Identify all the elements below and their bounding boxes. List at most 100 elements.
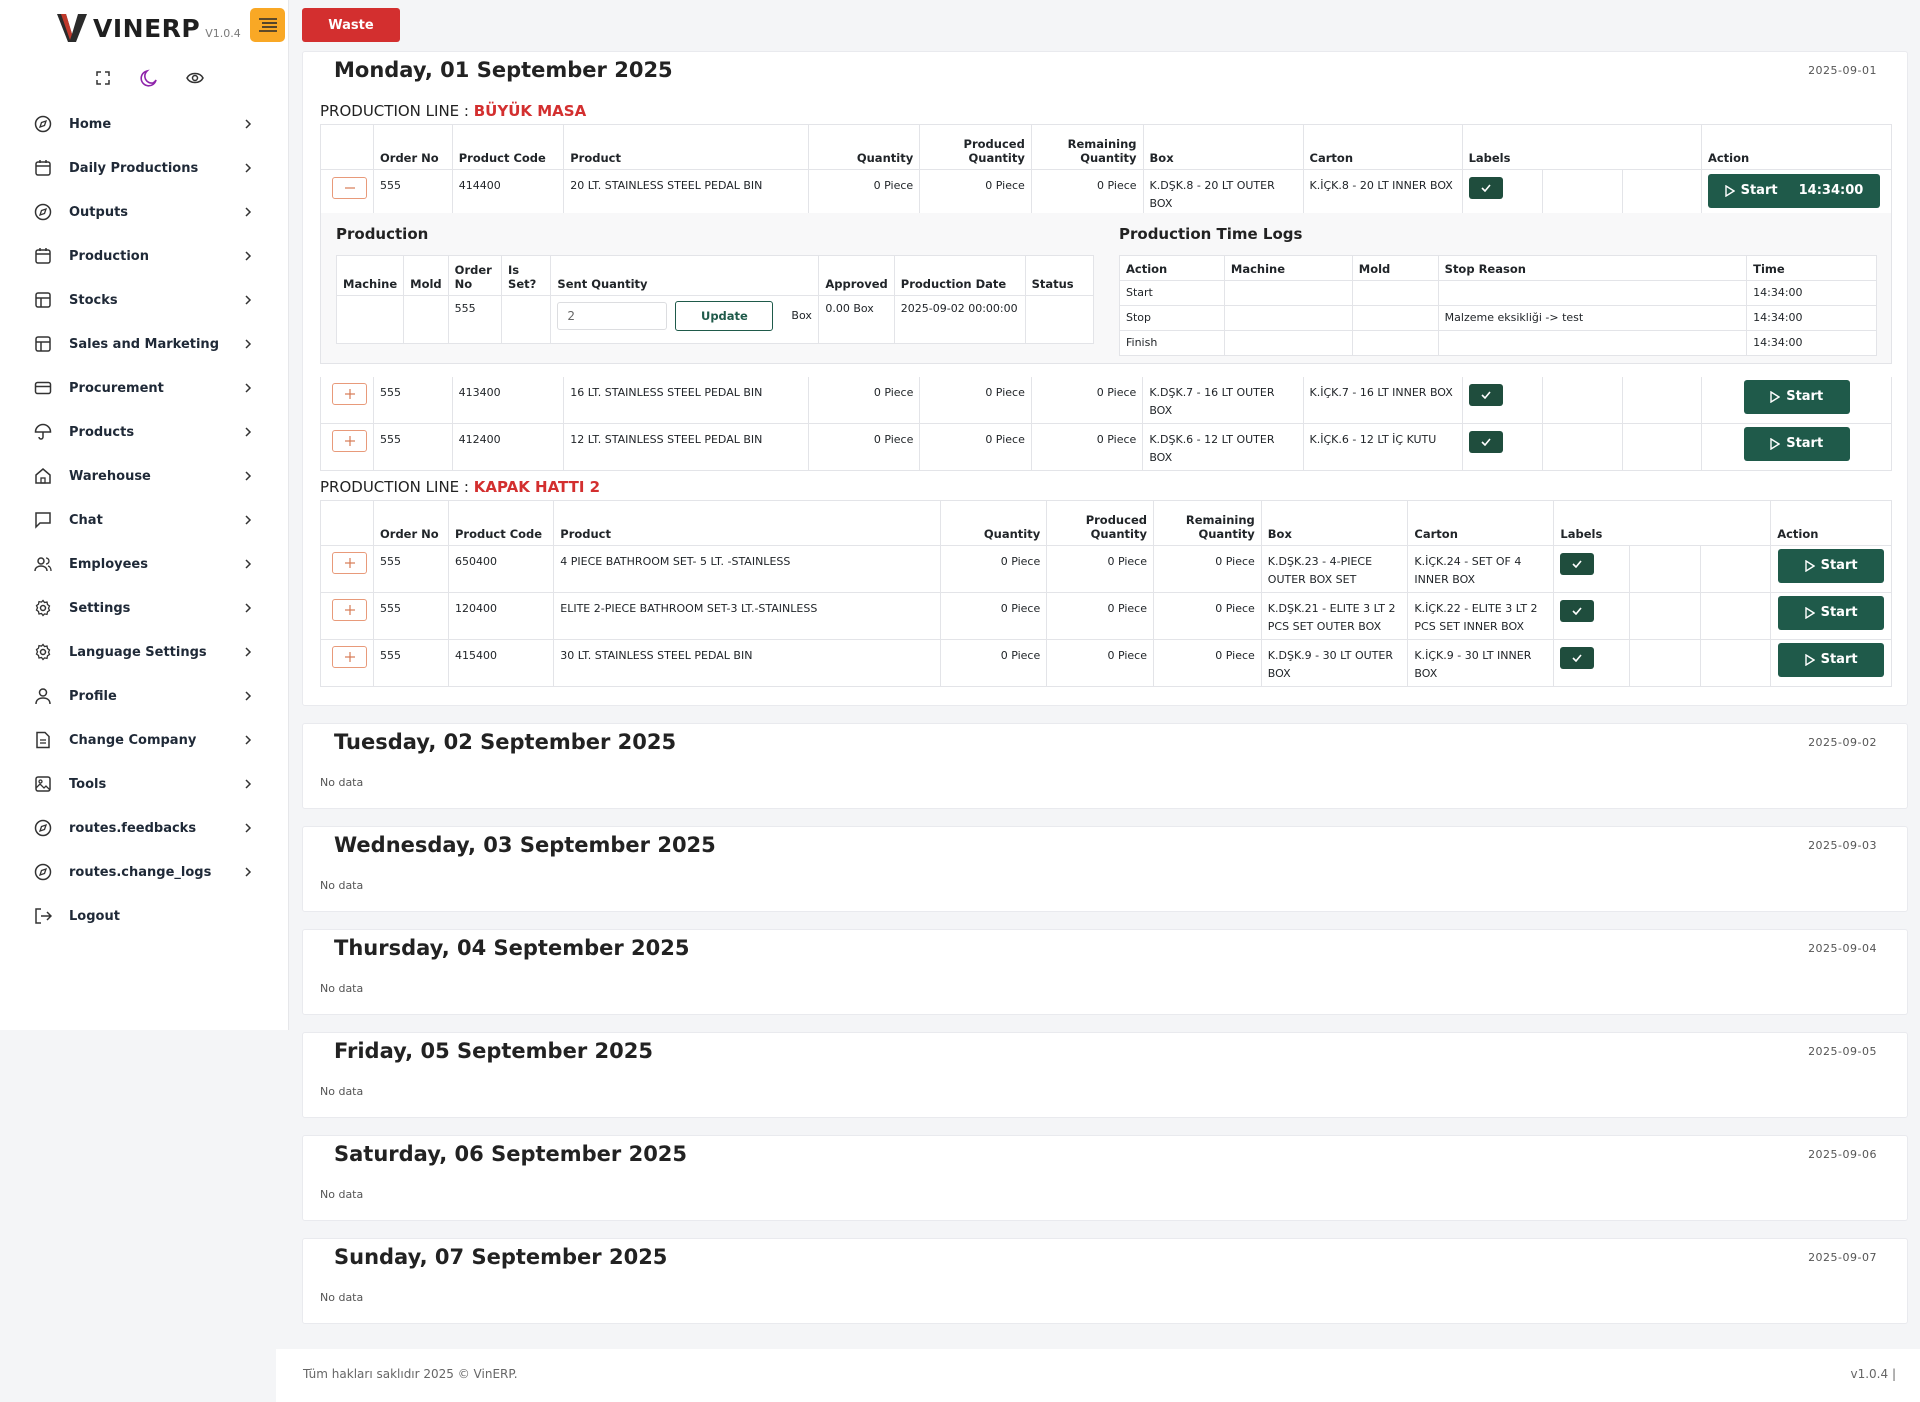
brand[interactable]: VINERP V1.0.4	[57, 12, 241, 44]
log-row: Start 14:34:00	[1119, 280, 1877, 306]
dark-mode-button[interactable]	[126, 66, 172, 90]
label-check-button[interactable]	[1560, 553, 1595, 575]
expand-button[interactable]	[332, 552, 367, 574]
col-order-no: Order No	[447, 255, 503, 296]
order-no: 555	[373, 377, 453, 424]
produced-quantity: 0 Piece	[919, 169, 1032, 217]
sidebar-item-stocks[interactable]: Stocks	[0, 278, 289, 322]
sidebar-item-tools[interactable]: Tools	[0, 762, 289, 806]
production-table-continued: 555 413400 16 LT. STAINLESS STEEL PEDAL BI…	[320, 377, 1892, 471]
remaining-quantity: 0 Piece	[1153, 639, 1262, 687]
sidebar-item-outputs[interactable]: Outputs	[0, 190, 289, 234]
table-row: 555 650400 4 PIECE BATHROOM SET- 5 LT. -ST…	[320, 545, 1892, 593]
col-is-set: Is Set?	[501, 255, 552, 296]
sidebar-item-language-settings[interactable]: Language Settings	[0, 630, 289, 674]
sidebar-item-profile[interactable]: Profile	[0, 674, 289, 718]
menu-toggle-button[interactable]	[250, 8, 285, 42]
start-label: Start	[1820, 605, 1858, 620]
chevron-right-icon	[245, 779, 252, 789]
fullscreen-button[interactable]	[80, 66, 126, 90]
label-check-button[interactable]	[1560, 600, 1595, 622]
table-row: 555 413400 16 LT. STAINLESS STEEL PEDAL BI…	[320, 377, 1892, 424]
label-check-button[interactable]	[1560, 647, 1595, 669]
col-action: Action	[1770, 500, 1892, 546]
start-button[interactable]: Start	[1743, 427, 1850, 461]
toggle-cell	[320, 545, 374, 593]
sidebar-item-routes-feedbacks[interactable]: routes.feedbacks	[0, 806, 289, 850]
sidebar-item-label: Settings	[69, 600, 131, 616]
copyright-text: Tüm hakları saklıdır 2025 © VinERP.	[303, 1367, 518, 1381]
sidebar-item-sales-and-marketing[interactable]: Sales and Marketing	[0, 322, 289, 366]
toggle-cell	[320, 639, 374, 687]
start-button[interactable]: Start	[1778, 596, 1885, 630]
document-icon	[34, 731, 52, 749]
waste-button[interactable]: Waste	[302, 8, 400, 42]
chevron-right-icon	[245, 823, 252, 833]
start-button[interactable]: Start	[1778, 643, 1885, 677]
start-button[interactable]: Start	[1743, 380, 1850, 414]
action-cell: Start	[1770, 592, 1892, 640]
collapse-button[interactable]	[332, 177, 367, 199]
check-icon	[1481, 438, 1491, 446]
produced-quantity: 0 Piece	[919, 423, 1032, 471]
col-isset-line1: Is	[508, 263, 520, 277]
col-status: Status	[1024, 255, 1095, 296]
col-stop-reason: Stop Reason	[1437, 255, 1748, 281]
sidebar-item-procurement[interactable]: Procurement	[0, 366, 289, 410]
toggle-cell	[320, 592, 374, 640]
logout-icon	[34, 907, 52, 925]
footer: Tüm hakları saklıdır 2025 © VinERP. v1.0…	[276, 1349, 1920, 1402]
day-date: 2025-09-03	[1808, 839, 1877, 852]
sent-quantity-cell: Update Box	[550, 295, 820, 344]
label-check-button[interactable]	[1468, 431, 1503, 453]
sidebar-item-settings[interactable]: Settings	[0, 586, 289, 630]
label-check-button[interactable]	[1468, 384, 1503, 406]
gear-icon	[34, 643, 52, 661]
mold-cell	[403, 295, 449, 344]
remaining-quantity: 0 Piece	[1031, 169, 1144, 217]
expand-button[interactable]	[332, 383, 367, 405]
remaining-quantity: 0 Piece	[1031, 377, 1144, 424]
update-button[interactable]: Update	[675, 301, 774, 331]
sidebar-item-production[interactable]: Production	[0, 234, 289, 278]
start-button[interactable]: Start 14:34:00	[1707, 174, 1880, 208]
sidebar-item-logout[interactable]: Logout	[0, 894, 289, 938]
sidebar-item-label: Sales and Marketing	[69, 336, 219, 352]
sent-quantity-input[interactable]	[557, 302, 668, 330]
log-row: Stop Malzeme eksikliği -> test 14:34:00	[1119, 305, 1877, 331]
day-card: Saturday, 06 September 2025 2025-09-06 N…	[302, 1135, 1908, 1221]
log-action: Stop	[1119, 305, 1225, 331]
production-table: Order No Product Code Product Quantity P…	[320, 500, 1892, 687]
sidebar-item-change-company[interactable]: Change Company	[0, 718, 289, 762]
expand-button[interactable]	[332, 599, 367, 621]
label-check-button[interactable]	[1468, 177, 1503, 199]
day-card: Sunday, 07 September 2025 2025-09-07 No …	[302, 1238, 1908, 1324]
col-produced-line1: Produced	[1085, 513, 1147, 527]
expand-button[interactable]	[332, 430, 367, 452]
log-machine	[1223, 305, 1353, 331]
expand-button[interactable]	[332, 646, 367, 668]
start-button[interactable]: Start	[1778, 549, 1885, 583]
sidebar-item-home[interactable]: Home	[0, 102, 289, 146]
play-icon	[1804, 560, 1815, 572]
sidebar-item-label: Chat	[69, 512, 103, 528]
sidebar-item-employees[interactable]: Employees	[0, 542, 289, 586]
day-date: 2025-09-07	[1808, 1251, 1877, 1264]
col-isset-line2: Set?	[508, 277, 537, 291]
produced-quantity: 0 Piece	[919, 377, 1032, 424]
day-title: Friday, 05 September 2025	[334, 1039, 653, 1063]
sidebar-item-products[interactable]: Products	[0, 410, 289, 454]
user-icon	[34, 687, 52, 705]
sidebar: VINERP V1.0.4 Home Daily Productions Outpu…	[0, 0, 289, 1030]
sidebar-item-chat[interactable]: Chat	[0, 498, 289, 542]
label-cell	[1553, 545, 1630, 593]
col-produced-quantity: Produced Quantity	[919, 124, 1032, 170]
production-line-title: PRODUCTION LINE : BÜYÜK MASA	[320, 102, 586, 120]
product-name: 16 LT. STAINLESS STEEL PEDAL BIN	[563, 377, 809, 424]
sidebar-item-daily-productions[interactable]: Daily Productions	[0, 146, 289, 190]
visibility-button[interactable]	[172, 66, 218, 90]
sidebar-item-warehouse[interactable]: Warehouse	[0, 454, 289, 498]
product-name: ELITE 2-PIECE BATHROOM SET-3 LT.-STAINLE…	[553, 592, 942, 640]
sidebar-item-routes-change-logs[interactable]: routes.change_logs	[0, 850, 289, 894]
sidebar-item-label: Daily Productions	[69, 160, 199, 176]
